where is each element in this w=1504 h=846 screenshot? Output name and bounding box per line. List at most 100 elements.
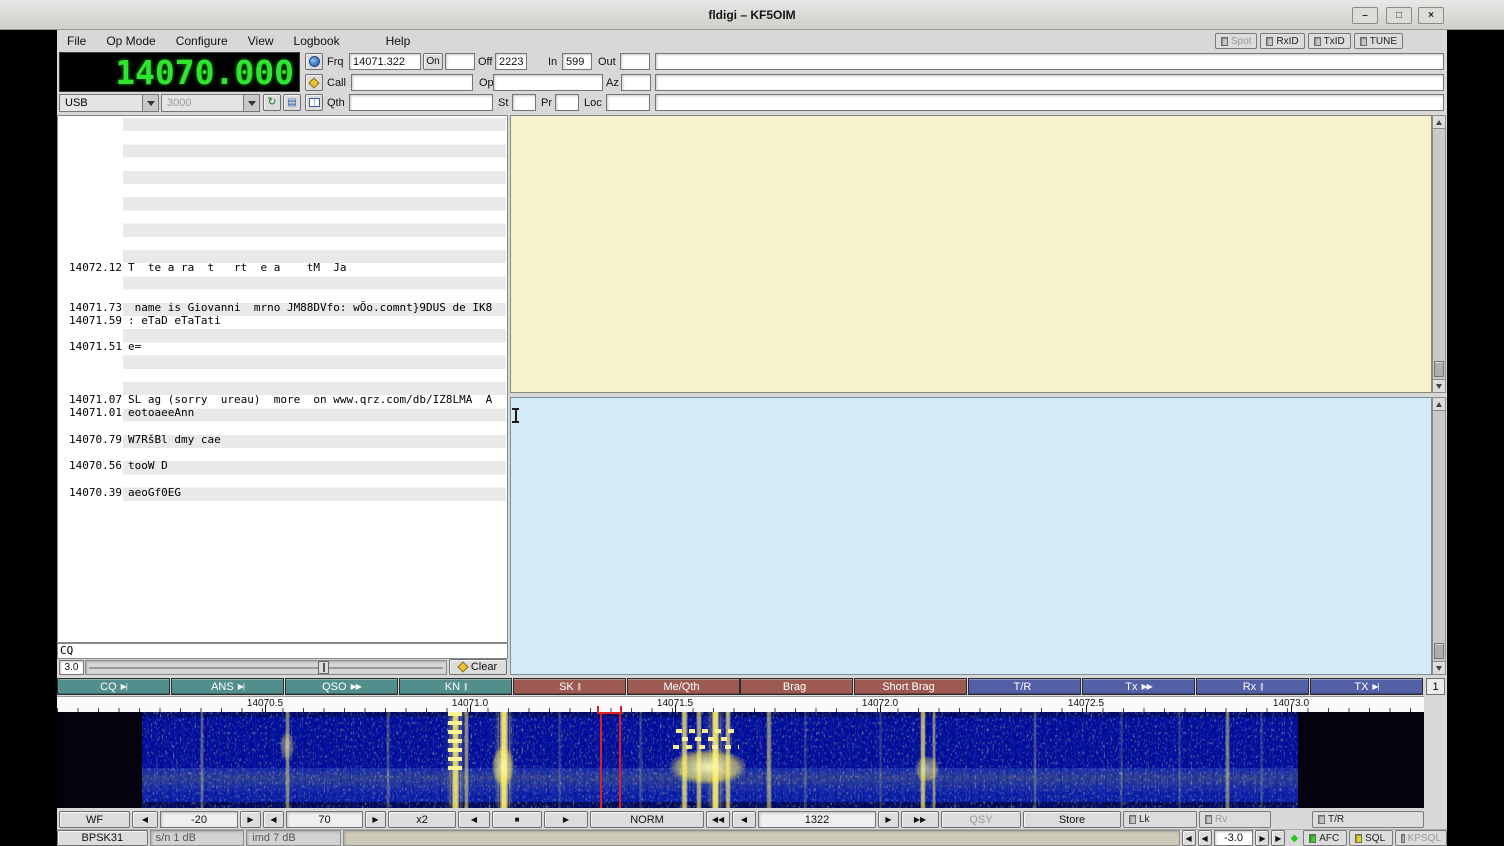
macro-button-brag[interactable]: Brag <box>740 678 853 695</box>
macro-button-me-qth[interactable]: Me/Qth <box>627 678 740 695</box>
txid-button[interactable]: TxID <box>1308 33 1351 49</box>
notes-input-3[interactable] <box>655 94 1444 111</box>
smeter-input[interactable] <box>445 53 475 70</box>
frq-input[interactable]: 14071.322 <box>349 53 421 70</box>
scroll-left-button[interactable]: ◀ <box>458 811 490 828</box>
macro-button-sk[interactable]: SK|| <box>513 678 626 695</box>
squelch-slider-handle[interactable] <box>318 661 329 674</box>
minimize-button[interactable]: – <box>1352 7 1378 24</box>
scroll-up-icon[interactable] <box>1433 116 1445 129</box>
macro-button-cq[interactable]: CQ▶| <box>57 678 170 695</box>
rx-text-panel[interactable] <box>510 115 1432 393</box>
off-input[interactable]: 2223 <box>495 53 527 70</box>
browser-row[interactable]: 14071.07SL ag (sorry ureau) more on www.… <box>59 393 506 406</box>
wf-mode-button[interactable]: WF <box>59 811 130 828</box>
browser-row[interactable]: 14072.12T te a ra t rt e a tM Ja <box>59 261 506 274</box>
carrier-frequency-value[interactable]: 1322 <box>758 811 876 828</box>
menu-configure[interactable]: Configure <box>166 31 238 51</box>
freq-step-back-button[interactable]: ◀ <box>1182 830 1196 846</box>
macro-set-indicator[interactable]: 1 <box>1426 678 1445 695</box>
freq-nudge-right-button[interactable]: ▶ <box>1255 830 1269 846</box>
carrier-fast-down-button[interactable]: ◀◀ <box>706 811 730 828</box>
freq-step-forward-button[interactable]: ▶ <box>1271 830 1285 846</box>
menu-file[interactable]: File <box>57 31 96 51</box>
signal-browser[interactable]: 14072.12T te a ra t rt e a tM Ja 14071.7… <box>57 115 508 643</box>
range-down-button[interactable]: ◀ <box>263 811 284 828</box>
mode-status-button[interactable]: BPSK31 <box>57 830 148 846</box>
clear-rx-button[interactable]: Clear <box>449 659 507 675</box>
clear-log-fields-button[interactable] <box>305 74 323 91</box>
zoom-button[interactable]: x2 <box>388 811 456 828</box>
macro-button-rx[interactable]: Rx|| <box>1196 678 1309 695</box>
tune-button[interactable]: TUNE <box>1354 33 1403 49</box>
sql-button[interactable]: SQL <box>1349 830 1393 846</box>
menu-logbook[interactable]: Logbook <box>284 31 350 51</box>
pr-input[interactable] <box>555 94 579 111</box>
macro-button-tr[interactable]: T/R <box>968 678 1081 695</box>
macro-button-ans[interactable]: ANS▶| <box>171 678 284 695</box>
store-button[interactable]: Store <box>1023 811 1121 828</box>
restore-defaults-button[interactable]: ↻ <box>263 94 281 111</box>
menu-op-mode[interactable]: Op Mode <box>96 31 165 51</box>
browser-row[interactable]: 14070.39aeoGf0EG <box>59 486 506 499</box>
browser-row[interactable]: 14071.01eotoaeeAnn <box>59 406 506 419</box>
squelch-slider[interactable] <box>85 660 447 675</box>
browser-row[interactable]: 14071.51e= <box>59 340 506 353</box>
loc-input[interactable] <box>606 94 650 111</box>
lower-signal-value[interactable]: -20 <box>160 811 238 828</box>
spot-button[interactable]: Spot <box>1215 33 1258 49</box>
call-input[interactable] <box>351 74 473 91</box>
macro-button-kn[interactable]: KN|| <box>399 678 512 695</box>
macro-button-tx2[interactable]: Tx▶▶ <box>1082 678 1195 695</box>
reverse-button[interactable]: Rv <box>1199 811 1271 828</box>
close-button[interactable]: × <box>1418 7 1444 24</box>
maximize-button[interactable]: □ <box>1386 7 1412 24</box>
lock-button[interactable]: Lk <box>1123 811 1197 828</box>
scroll-right-button[interactable]: ▶ <box>544 811 588 828</box>
out-input[interactable] <box>620 53 650 70</box>
carrier-down-button[interactable]: ◀ <box>732 811 756 828</box>
lower-signal-down-button[interactable]: ◀ <box>132 811 158 828</box>
table-view-button[interactable]: ▤ <box>283 94 301 111</box>
browser-row[interactable]: 14071.59: eTaD eTaTati <box>59 314 506 327</box>
menu-help[interactable]: Help <box>376 31 421 51</box>
freq-nudge-left-button[interactable]: ◀ <box>1198 830 1212 846</box>
norm-speed-button[interactable]: NORM <box>590 811 704 828</box>
carrier-up-button[interactable]: ▶ <box>878 811 899 828</box>
az-input[interactable] <box>621 74 651 91</box>
tr-button[interactable]: T/R <box>1312 811 1424 828</box>
qsy-button[interactable]: QSY <box>941 811 1021 828</box>
scroll-down-icon[interactable] <box>1433 661 1445 674</box>
freq-offset-value[interactable]: -3.0 <box>1214 830 1254 846</box>
macro-button-tx[interactable]: TX▶| <box>1310 678 1423 695</box>
browser-row[interactable]: 14071.73 name is Giovanni mrno JM88DVfo:… <box>59 301 506 314</box>
mode-select[interactable]: USB <box>59 94 159 112</box>
tx-scrollbar-thumb[interactable] <box>1434 643 1444 659</box>
qth-input[interactable] <box>349 94 493 111</box>
notes-input-1[interactable] <box>655 53 1444 70</box>
browser-row[interactable]: 14070.56tooW D <box>59 459 506 472</box>
pause-waterfall-button[interactable]: ■ <box>492 811 542 828</box>
browser-row[interactable]: 14070.79W7RšBl dmy cae <box>59 433 506 446</box>
qrz-lookup-button[interactable] <box>305 53 323 70</box>
notes-input-2[interactable] <box>655 74 1444 91</box>
st-input[interactable] <box>512 94 536 111</box>
macro-button-qso[interactable]: QSO▶▶ <box>285 678 398 695</box>
rx-scrollbar-thumb[interactable] <box>1434 361 1444 377</box>
lower-signal-up-button[interactable]: ▶ <box>240 811 261 828</box>
rxid-button[interactable]: RxID <box>1260 33 1304 49</box>
afc-button[interactable]: AFC <box>1303 830 1347 846</box>
waterfall-signal-area[interactable] <box>142 712 1298 808</box>
tx-scrollbar[interactable] <box>1432 397 1446 675</box>
range-up-button[interactable]: ▶ <box>365 811 386 828</box>
scroll-up-icon[interactable] <box>1433 398 1445 411</box>
waterfall-display[interactable] <box>57 712 1424 808</box>
kpsql-button[interactable]: KPSQL <box>1395 830 1447 846</box>
rx-scrollbar[interactable] <box>1432 115 1446 393</box>
tx-text-panel[interactable] <box>510 397 1432 675</box>
macro-button-short-brag[interactable]: Short Brag <box>854 678 967 695</box>
bandwidth-select[interactable]: 3000 <box>161 94 260 112</box>
carrier-fast-up-button[interactable]: ▶▶ <box>901 811 939 828</box>
frequency-display[interactable]: 14070.000 <box>59 52 300 92</box>
op-input[interactable] <box>493 74 603 91</box>
